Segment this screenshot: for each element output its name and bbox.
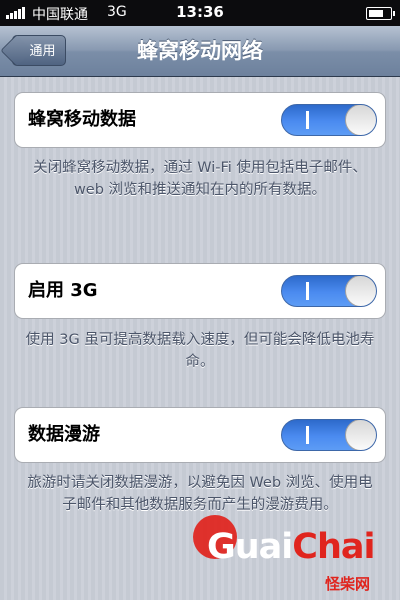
watermark-cn: 怪柴网 [325, 575, 371, 593]
setting-row-data-roaming: 数据漫游 [14, 407, 386, 463]
battery-icon [366, 7, 395, 20]
toggle-knob[interactable] [345, 276, 376, 306]
setting-label: 启用 3G [28, 280, 98, 301]
back-button[interactable]: 通用 [0, 34, 66, 67]
toggle-knob[interactable] [345, 420, 376, 450]
status-time: 13:36 [176, 3, 224, 21]
watermark-logo: GuaiChai [207, 527, 375, 567]
toggle-on-indicator [306, 282, 309, 300]
setting-row-cellular-data: 蜂窝移动数据 [14, 92, 386, 148]
back-button-label: 通用 [29, 44, 56, 59]
navigation-bar: 蜂窝移动网络 通用 [0, 26, 400, 77]
setting-label: 蜂窝移动数据 [28, 109, 136, 130]
toggle-knob[interactable] [345, 105, 376, 135]
status-bar: 中国联通 3G 13:36 [0, 0, 400, 26]
toggle-on-indicator [306, 426, 309, 444]
setting-footer-note: 旅游时请关闭数据漫游，以避免因 Web 浏览、使用电子邮件和其他数据服务而产生的… [27, 475, 373, 513]
setting-footer-note: 使用 3G 虽可提高数据载入速度，但可能会降低电池寿命。 [25, 332, 375, 370]
data-roaming-toggle[interactable] [281, 419, 377, 451]
toggle-on-indicator [306, 111, 309, 129]
setting-footer-note: 关闭蜂窝移动数据，通过 Wi-Fi 使用包括电子邮件、web 浏览和推送通知在内… [33, 160, 367, 198]
setting-row-enable-3g: 启用 3G [14, 263, 386, 319]
enable-3g-toggle[interactable] [281, 275, 377, 307]
cellular-data-toggle[interactable] [281, 104, 377, 136]
setting-label: 数据漫游 [28, 424, 100, 445]
